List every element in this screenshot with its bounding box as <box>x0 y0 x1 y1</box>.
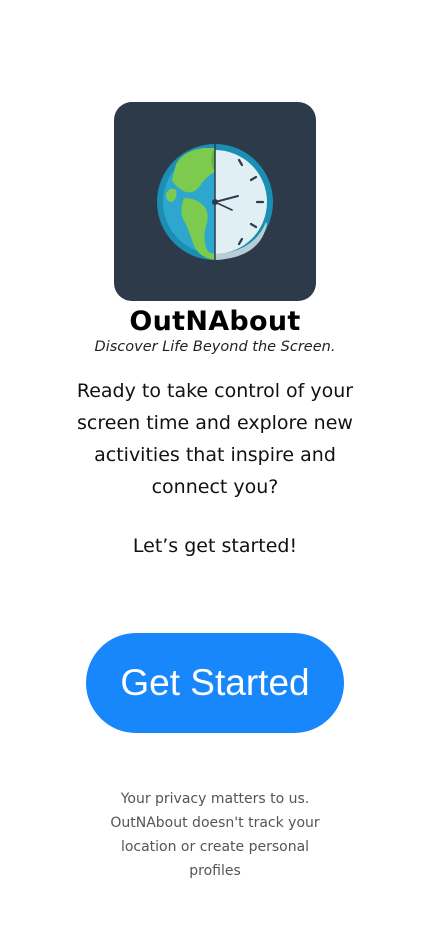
lets-get-started-text: Let’s get started! <box>132 535 298 557</box>
intro-text: Ready to take control of your screen tim… <box>76 380 354 498</box>
app-title: OutNAbout <box>129 306 301 337</box>
get-started-label: Get Started <box>120 662 310 703</box>
app-logo <box>114 102 316 301</box>
get-started-button[interactable]: Get Started <box>86 633 344 733</box>
app-tagline: Discover Life Beyond the Screen. <box>94 339 336 355</box>
globe-clock-icon <box>157 144 273 260</box>
welcome-screen: OutNAbout Discover Life Beyond the Scree… <box>0 0 430 932</box>
privacy-notice: Your privacy matters to us. OutNAbout do… <box>110 791 320 879</box>
